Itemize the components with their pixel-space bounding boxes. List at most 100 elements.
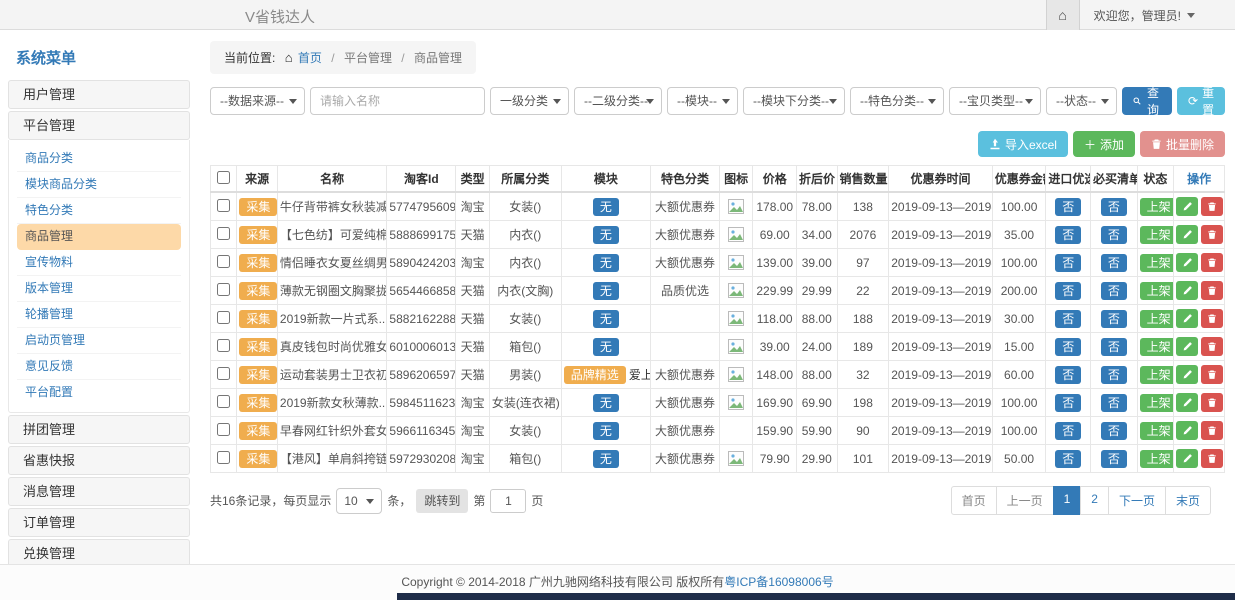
filter-select-category-l2[interactable]: --二级分类-- xyxy=(574,87,662,115)
must-buy-badge[interactable]: 否 xyxy=(1101,198,1127,216)
status-badge[interactable]: 上架 xyxy=(1140,338,1174,356)
status-badge[interactable]: 上架 xyxy=(1140,422,1174,440)
icp-link[interactable]: 粤ICP备16098006号 xyxy=(724,575,833,589)
import-select-badge[interactable]: 否 xyxy=(1055,338,1081,356)
page-link[interactable]: 下一页 xyxy=(1108,486,1166,515)
status-badge[interactable]: 上架 xyxy=(1140,366,1174,384)
import-select-badge[interactable]: 否 xyxy=(1055,394,1081,412)
status-badge[interactable]: 上架 xyxy=(1140,198,1174,216)
must-buy-badge[interactable]: 否 xyxy=(1101,338,1127,356)
import-select-badge[interactable]: 否 xyxy=(1055,282,1081,300)
edit-button[interactable] xyxy=(1176,309,1198,328)
import-select-badge[interactable]: 否 xyxy=(1055,254,1081,272)
delete-button[interactable] xyxy=(1201,365,1223,384)
row-checkbox[interactable] xyxy=(217,255,230,268)
edit-button[interactable] xyxy=(1176,253,1198,272)
filter-name-input[interactable] xyxy=(310,87,485,115)
per-page-select[interactable]: 10 xyxy=(336,488,382,514)
delete-button[interactable] xyxy=(1201,225,1223,244)
row-checkbox[interactable] xyxy=(217,311,230,324)
import-select-badge[interactable]: 否 xyxy=(1055,310,1081,328)
must-buy-badge[interactable]: 否 xyxy=(1101,310,1127,328)
filter-select-status[interactable]: --状态-- xyxy=(1046,87,1117,115)
page-link[interactable]: 2 xyxy=(1080,486,1109,515)
add-button[interactable]: ＋ 添加 xyxy=(1073,131,1135,157)
edit-button[interactable] xyxy=(1176,281,1198,300)
must-buy-badge[interactable]: 否 xyxy=(1101,366,1127,384)
status-badge[interactable]: 上架 xyxy=(1140,282,1174,300)
page-number-input[interactable] xyxy=(490,489,526,513)
row-checkbox[interactable] xyxy=(217,199,230,212)
status-badge[interactable]: 上架 xyxy=(1140,450,1174,468)
delete-button[interactable] xyxy=(1201,281,1223,300)
search-button[interactable]: 查询 xyxy=(1122,87,1172,115)
page-link[interactable]: 末页 xyxy=(1165,486,1211,515)
filter-select-data-source[interactable]: --数据来源-- xyxy=(210,87,305,115)
delete-button[interactable] xyxy=(1201,253,1223,272)
sidebar-item[interactable]: 特色分类 xyxy=(17,198,181,224)
delete-button[interactable] xyxy=(1201,393,1223,412)
must-buy-badge[interactable]: 否 xyxy=(1101,450,1127,468)
status-badge[interactable]: 上架 xyxy=(1140,226,1174,244)
sidebar-group-header[interactable]: 平台管理 xyxy=(8,111,190,140)
edit-button[interactable] xyxy=(1176,337,1198,356)
page-link[interactable]: 上一页 xyxy=(996,486,1054,515)
must-buy-badge[interactable]: 否 xyxy=(1101,254,1127,272)
row-checkbox[interactable] xyxy=(217,367,230,380)
sidebar-item[interactable]: 启动页管理 xyxy=(17,328,181,354)
must-buy-badge[interactable]: 否 xyxy=(1101,394,1127,412)
sidebar-group-header[interactable]: 消息管理 xyxy=(8,477,190,506)
delete-button[interactable] xyxy=(1201,197,1223,216)
sidebar-item[interactable]: 商品管理 xyxy=(17,224,181,250)
page-link[interactable]: 首页 xyxy=(951,486,997,515)
user-menu[interactable]: 欢迎您，管理员! xyxy=(1094,7,1195,24)
delete-button[interactable] xyxy=(1201,337,1223,356)
edit-button[interactable] xyxy=(1176,449,1198,468)
status-badge[interactable]: 上架 xyxy=(1140,394,1174,412)
filter-select-item-type[interactable]: --宝贝类型-- xyxy=(949,87,1041,115)
select-all-checkbox[interactable] xyxy=(217,171,230,184)
sidebar-item[interactable]: 意见反馈 xyxy=(17,354,181,380)
edit-button[interactable] xyxy=(1176,225,1198,244)
edit-button[interactable] xyxy=(1176,393,1198,412)
sidebar-item[interactable]: 商品分类 xyxy=(17,146,181,172)
import-select-badge[interactable]: 否 xyxy=(1055,450,1081,468)
home-button[interactable]: ⌂ xyxy=(1046,0,1080,30)
filter-select-category-l1[interactable]: 一级分类 xyxy=(490,87,569,115)
sidebar-item[interactable]: 模块商品分类 xyxy=(17,172,181,198)
sidebar-group-header[interactable]: 订单管理 xyxy=(8,508,190,537)
filter-select-module[interactable]: --模块-- xyxy=(667,87,738,115)
edit-button[interactable] xyxy=(1176,421,1198,440)
delete-button[interactable] xyxy=(1201,309,1223,328)
must-buy-badge[interactable]: 否 xyxy=(1101,226,1127,244)
sidebar-group-header[interactable]: 用户管理 xyxy=(8,80,190,109)
batch-delete-button[interactable]: 批量删除 xyxy=(1140,131,1225,157)
sidebar-item[interactable]: 宣传物料 xyxy=(17,250,181,276)
filter-select-feature[interactable]: --特色分类-- xyxy=(850,87,944,115)
edit-button[interactable] xyxy=(1176,365,1198,384)
import-excel-button[interactable]: 导入excel xyxy=(978,131,1068,157)
sidebar-item[interactable]: 轮播管理 xyxy=(17,302,181,328)
sidebar-item[interactable]: 平台配置 xyxy=(17,380,181,406)
row-checkbox[interactable] xyxy=(217,423,230,436)
breadcrumb-home-link[interactable]: 首页 xyxy=(298,51,322,65)
jump-button[interactable]: 跳转到 xyxy=(416,489,468,513)
delete-button[interactable] xyxy=(1201,421,1223,440)
row-checkbox[interactable] xyxy=(217,451,230,464)
row-checkbox[interactable] xyxy=(217,227,230,240)
row-checkbox[interactable] xyxy=(217,339,230,352)
status-badge[interactable]: 上架 xyxy=(1140,310,1174,328)
page-link[interactable]: 1 xyxy=(1053,486,1082,515)
must-buy-badge[interactable]: 否 xyxy=(1101,422,1127,440)
sidebar-item[interactable]: 版本管理 xyxy=(17,276,181,302)
sidebar-group-header[interactable]: 拼团管理 xyxy=(8,415,190,444)
import-select-badge[interactable]: 否 xyxy=(1055,226,1081,244)
import-select-badge[interactable]: 否 xyxy=(1055,366,1081,384)
edit-button[interactable] xyxy=(1176,197,1198,216)
row-checkbox[interactable] xyxy=(217,395,230,408)
import-select-badge[interactable]: 否 xyxy=(1055,422,1081,440)
reset-button[interactable]: ⟳ 重置 xyxy=(1177,87,1225,115)
import-select-badge[interactable]: 否 xyxy=(1055,198,1081,216)
delete-button[interactable] xyxy=(1201,449,1223,468)
status-badge[interactable]: 上架 xyxy=(1140,254,1174,272)
